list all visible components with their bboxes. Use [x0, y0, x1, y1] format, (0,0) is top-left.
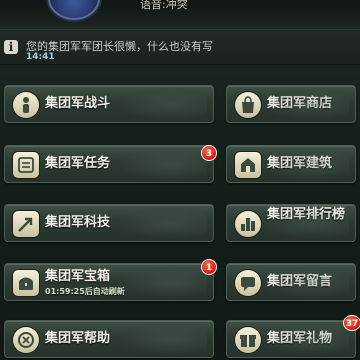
legion-gift-button[interactable]: 集团军礼物 37	[226, 315, 360, 358]
legion-ranking-label: 集团军排行榜	[267, 207, 346, 222]
legion-help-button[interactable]: 集团军帮助	[4, 320, 214, 358]
legion-buildings-button[interactable]: 集团军建筑	[226, 145, 356, 183]
treasure-refresh-timer: 01:59:25后自动刷新	[45, 287, 125, 296]
legion-gift-label: 集团军礼物	[267, 331, 333, 346]
legion-battle-label: 集团军战斗	[45, 96, 111, 111]
legion-tech-button[interactable]: 集团军科技	[4, 204, 214, 242]
info-icon: i	[4, 40, 18, 54]
treasure-chest-icon	[13, 270, 39, 296]
legion-tasks-label: 集团军任务	[45, 156, 111, 171]
legion-shop-label: 集团军商店	[267, 96, 333, 111]
treasure-badge: 1	[201, 259, 217, 275]
legion-message-label: 集团军留言	[267, 274, 333, 289]
legion-treasure-button[interactable]: 集团军宝箱 01:59:25后自动刷新 1	[4, 259, 217, 301]
task-list-icon	[13, 152, 39, 178]
soldier-icon	[13, 92, 39, 118]
legion-buildings-label: 集团军建筑	[267, 156, 333, 171]
legion-emblem-icon	[50, 0, 98, 18]
ranking-icon	[235, 211, 261, 237]
shop-bag-icon	[235, 92, 261, 118]
legion-message-button[interactable]: 集团军留言	[226, 263, 356, 301]
building-icon	[235, 152, 261, 178]
legion-ranking-button[interactable]: 集团军排行榜	[226, 204, 356, 242]
legion-notice: i 您的集团军军团长很懒，什么也没有写 14:41	[0, 29, 360, 65]
top-banner: 语音:冲突	[0, 0, 360, 26]
legion-shop-button[interactable]: 集团军商店	[226, 85, 356, 123]
gift-icon	[235, 327, 261, 353]
tech-arrow-icon	[13, 211, 39, 237]
help-icon	[13, 327, 39, 353]
legion-tasks-button[interactable]: 集团军任务 3	[4, 145, 217, 183]
legion-tech-label: 集团军科技	[45, 215, 111, 230]
notice-time: 14:41	[26, 52, 55, 62]
message-icon	[235, 270, 261, 296]
legion-help-label: 集团军帮助	[45, 331, 111, 346]
tasks-badge: 3	[201, 145, 217, 161]
gift-badge: 37	[343, 315, 360, 331]
banner-text: 语音:冲突	[140, 0, 188, 11]
legion-battle-button[interactable]: 集团军战斗	[4, 85, 214, 123]
